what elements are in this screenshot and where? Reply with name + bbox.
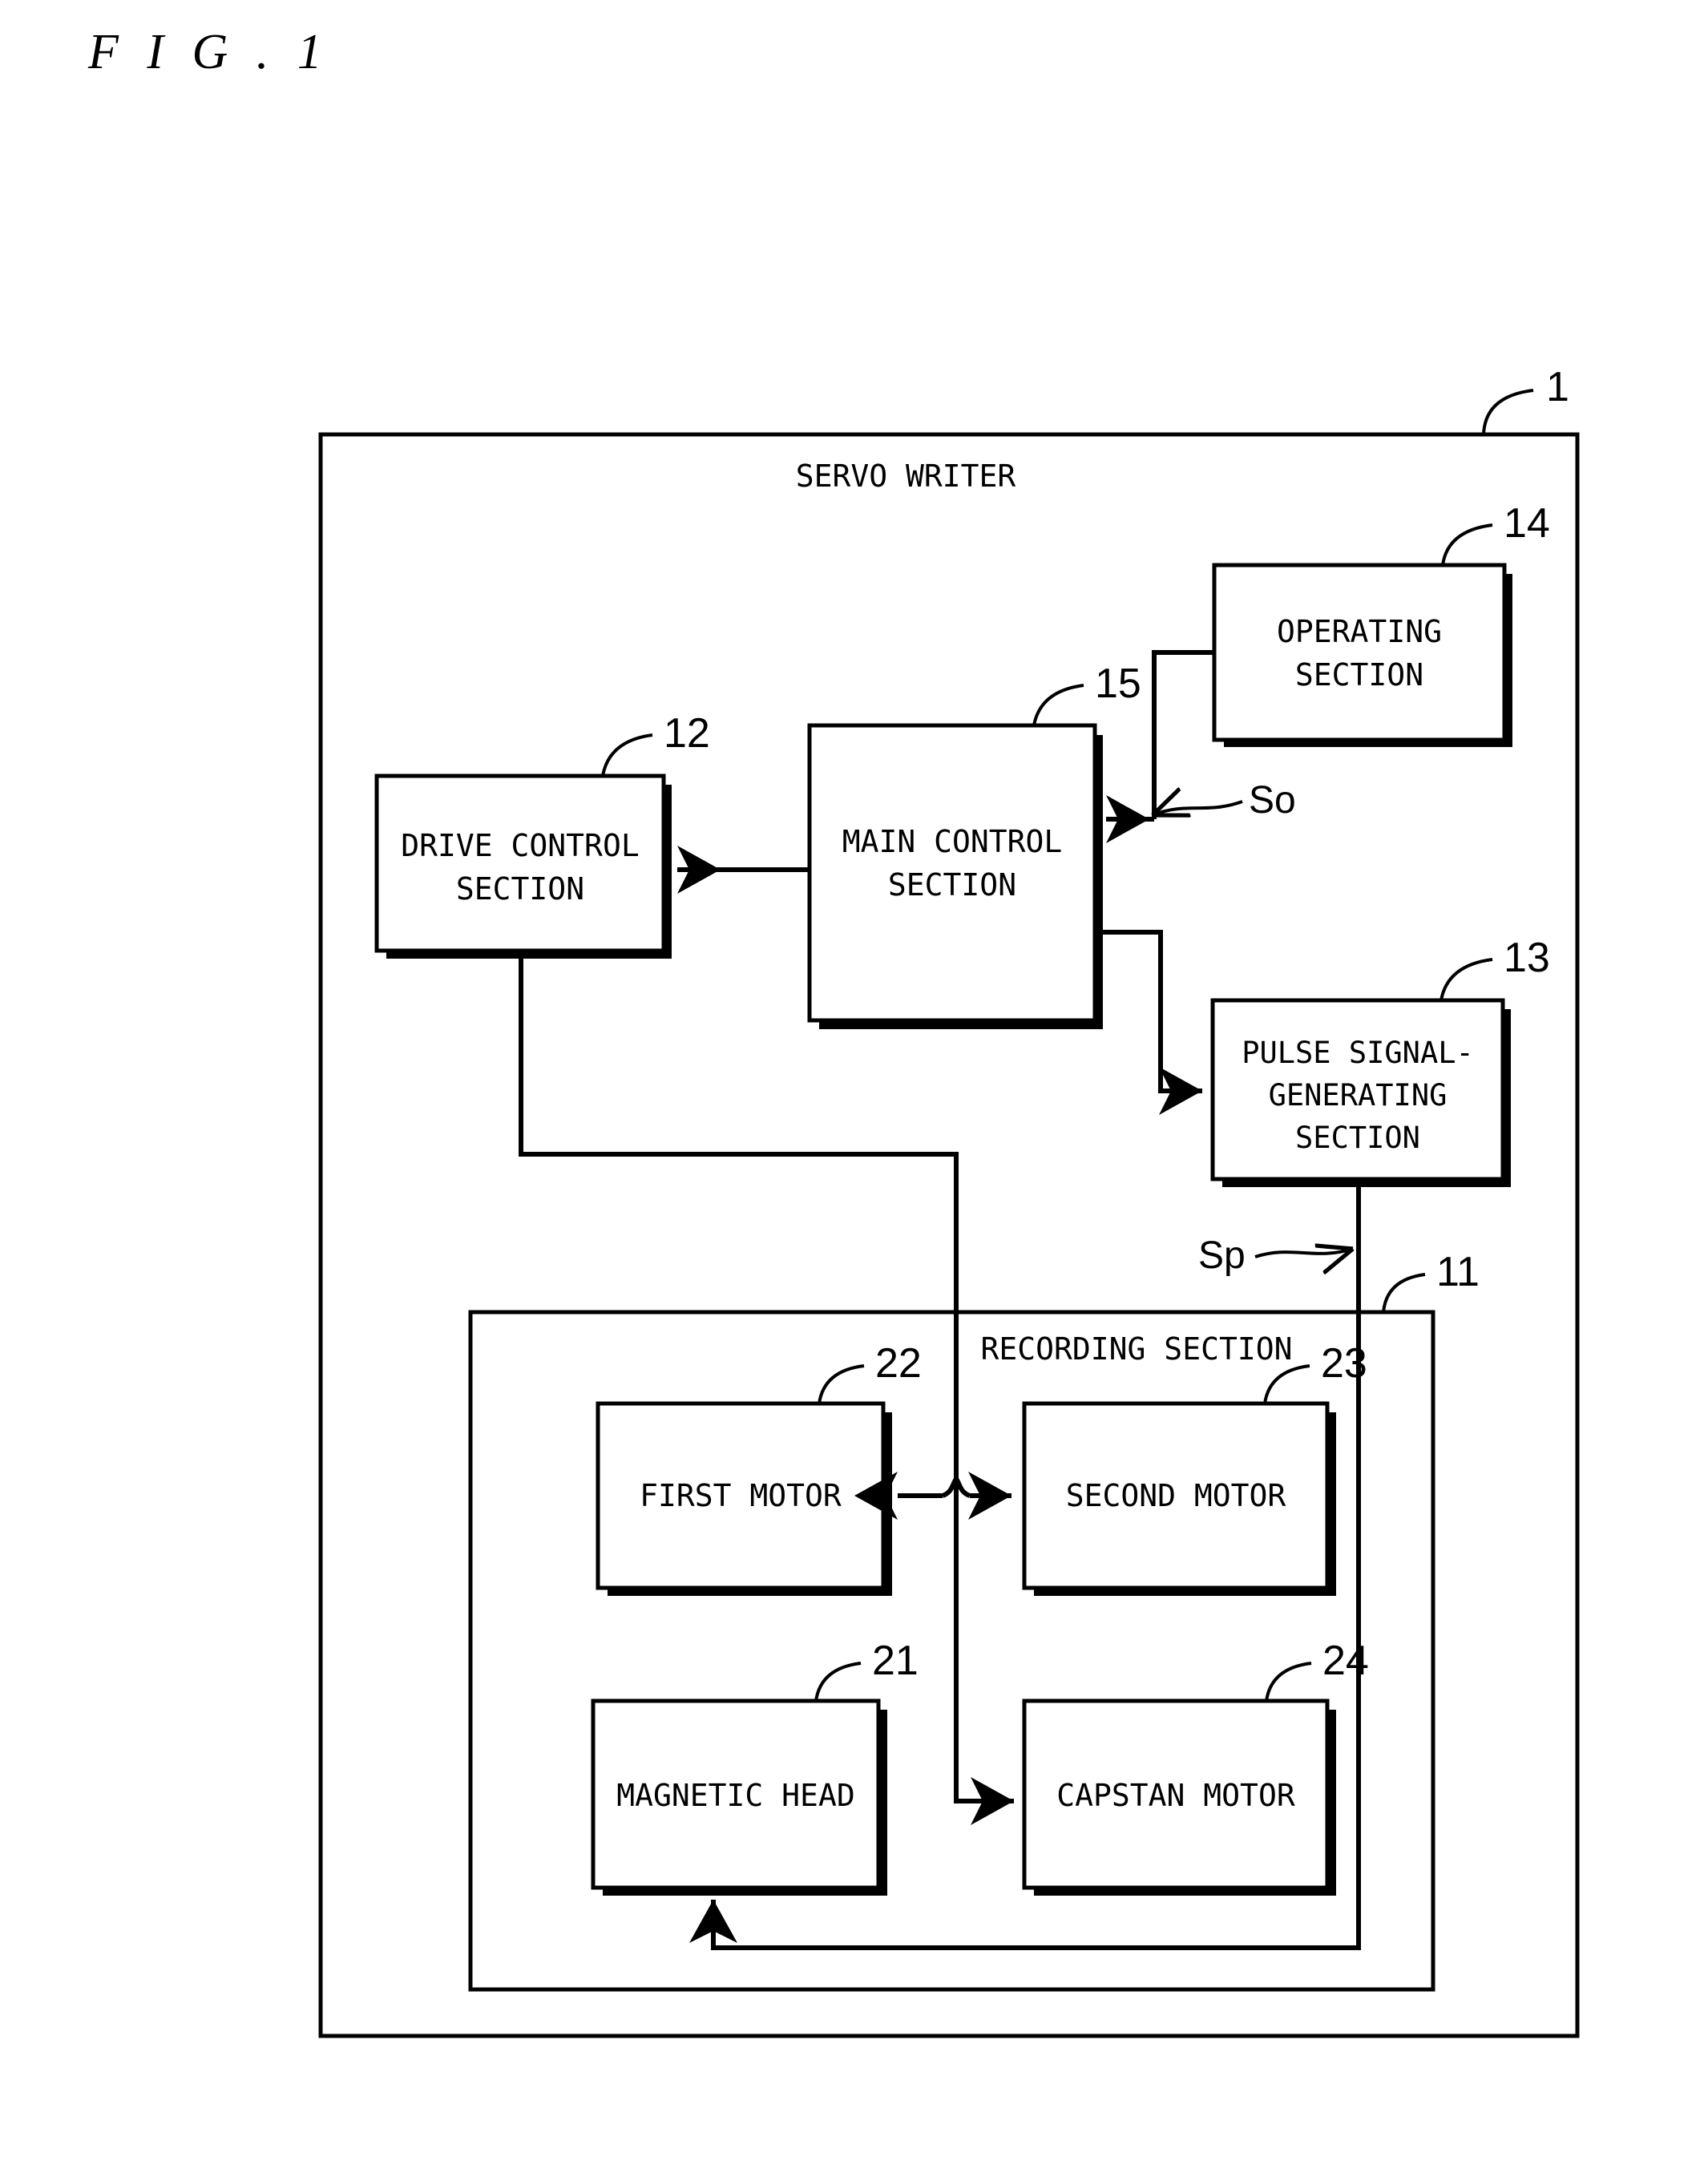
operating-section-line-2: SECTION <box>1295 657 1423 693</box>
signal-label-sp: Sp <box>1198 1234 1246 1277</box>
pulse-signal-line-3: SECTION <box>1295 1121 1420 1155</box>
capstan-motor-block: CAPSTAN MOTOR 24 <box>1022 1638 1369 1896</box>
ref-leader-23 <box>1263 1364 1310 1404</box>
signal-label-so: So <box>1249 779 1296 822</box>
conn-drive-to-capstan <box>519 951 1014 1825</box>
ref-number-22: 22 <box>875 1340 922 1387</box>
drive-control-section-block: DRIVE CONTROL SECTION 12 <box>374 710 710 959</box>
ref-leader-21 <box>814 1662 862 1702</box>
signal-leader-so <box>1153 802 1243 815</box>
ref-leader-14 <box>1441 523 1493 566</box>
servo-writer-title: SERVO WRITER <box>796 458 1016 494</box>
capstan-motor-label: CAPSTAN MOTOR <box>1056 1778 1295 1813</box>
block-diagram: SERVO WRITER 1 OPERATING SECTION 14 MAIN… <box>318 364 1580 2038</box>
first-motor-block: FIRST MOTOR 22 <box>596 1340 922 1596</box>
first-motor-label: FIRST MOTOR <box>640 1478 842 1513</box>
drive-control-section-line-1: DRIVE CONTROL <box>401 828 639 863</box>
ref-number-12: 12 <box>664 710 710 757</box>
recording-section-title: RECORDING SECTION <box>981 1331 1293 1367</box>
pulse-signal-line-1: PULSE SIGNAL- <box>1242 1036 1474 1070</box>
ref-number-24: 24 <box>1322 1638 1369 1684</box>
conn-operating-to-main <box>1152 650 1214 819</box>
ref-leader-15 <box>1032 684 1084 726</box>
magnetic-head-block: MAGNETIC HEAD 21 <box>591 1638 919 1896</box>
ref-leader-12 <box>601 733 653 777</box>
ref-number-13: 13 <box>1504 935 1550 981</box>
ref-number-14: 14 <box>1504 500 1550 547</box>
second-motor-block: SECOND MOTOR 23 <box>1022 1340 1367 1596</box>
ref-number-21: 21 <box>872 1638 919 1684</box>
conn-main-to-pulse <box>1095 930 1202 1115</box>
ref-number-1: 1 <box>1546 364 1569 410</box>
operating-section-line-1: OPERATING <box>1277 614 1442 649</box>
ref-leader-24 <box>1265 1662 1312 1702</box>
operating-section-block: OPERATING SECTION 14 <box>1212 500 1550 747</box>
pulse-signal-line-2: GENERATING <box>1269 1078 1448 1113</box>
ref-leader-13 <box>1439 958 1493 1001</box>
signal-leader-sp <box>1254 1249 1353 1257</box>
main-control-section-line-2: SECTION <box>888 867 1016 903</box>
ref-leader-1 <box>1482 389 1534 435</box>
main-control-section-line-1: MAIN CONTROL <box>842 824 1063 859</box>
ref-leader-22 <box>818 1364 865 1404</box>
drive-control-section-line-2: SECTION <box>456 871 584 907</box>
main-control-section-block: MAIN CONTROL SECTION 15 <box>807 660 1141 1029</box>
ref-number-11: 11 <box>1436 1249 1480 1295</box>
ref-leader-11 <box>1382 1273 1426 1313</box>
magnetic-head-label: MAGNETIC HEAD <box>616 1778 854 1813</box>
ref-number-15: 15 <box>1095 660 1141 707</box>
second-motor-label: SECOND MOTOR <box>1066 1478 1286 1513</box>
pulse-signal-generating-section-block: PULSE SIGNAL- GENERATING SECTION 13 <box>1210 935 1550 1187</box>
